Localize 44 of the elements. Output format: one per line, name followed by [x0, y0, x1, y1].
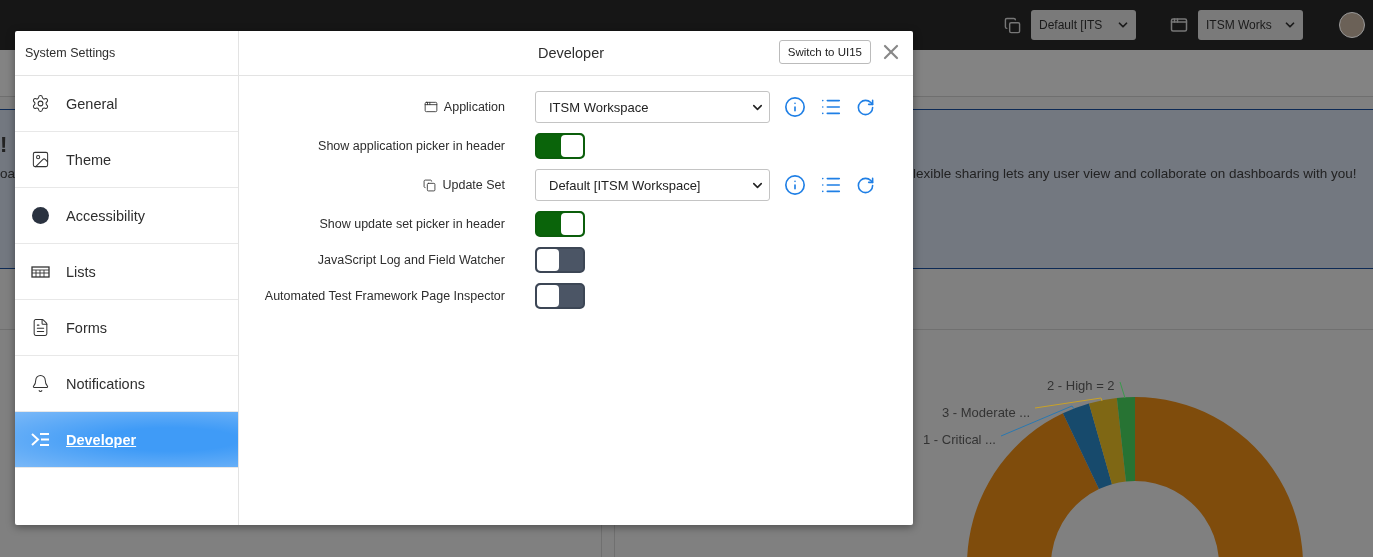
- banner-text: lexible sharing lets any user view and collaborate on dashboards with you!: [913, 166, 1357, 181]
- refresh-icon[interactable]: [856, 175, 875, 195]
- copy-icon: [423, 178, 437, 192]
- setting-label: Application: [443, 100, 505, 114]
- banner-text: oa: [0, 166, 17, 181]
- window-icon[interactable]: [1170, 16, 1188, 34]
- setting-label: JavaScript Log and Field Watcher: [317, 253, 505, 267]
- update-set-select[interactable]: Default [ITS: [1031, 10, 1136, 40]
- info-icon[interactable]: [784, 174, 806, 196]
- chart-label: 2 - High = 2: [1047, 378, 1115, 393]
- settings-icon: [31, 94, 50, 113]
- developer-icon: [31, 430, 50, 449]
- toggle-switch[interactable]: [535, 283, 585, 309]
- setting-label: Show application picker in header: [318, 139, 505, 153]
- setting-label: Update Set: [442, 178, 505, 192]
- picture-icon: [31, 150, 50, 169]
- sidebar-item[interactable]: General: [15, 76, 238, 132]
- chart-label: 3 - Moderate ...: [942, 405, 1031, 420]
- toggle-switch[interactable]: [535, 247, 585, 273]
- application-select[interactable]: ITSM Works: [1198, 10, 1303, 40]
- sidebar-item[interactable]: Theme: [15, 132, 238, 188]
- info-icon[interactable]: [784, 96, 806, 118]
- toggle-switch[interactable]: [535, 133, 585, 159]
- section-heading: Developer: [537, 45, 605, 61]
- document-icon: [31, 318, 50, 337]
- switch-button[interactable]: Switch to UI15: [778, 40, 871, 64]
- refresh-icon[interactable]: [856, 97, 875, 117]
- dialog-title: System Settings: [25, 46, 116, 60]
- copy-icon[interactable]: [1004, 16, 1021, 34]
- sidebar-item[interactable]: Forms: [15, 300, 238, 356]
- setting-label: Automated Test Framework Page Inspector: [264, 289, 505, 303]
- setting-select[interactable]: Default [ITSM Workspace]: [535, 169, 770, 201]
- sidebar-item[interactable]: Lists: [15, 244, 238, 300]
- toggle-switch[interactable]: [535, 211, 585, 237]
- sidebar-item[interactable]: Notifications: [15, 356, 238, 412]
- user-avatar[interactable]: [1339, 12, 1365, 38]
- window-icon: [423, 100, 438, 114]
- circle-icon: [31, 206, 50, 225]
- banner-heading: !: [0, 132, 9, 158]
- bell-icon: [31, 374, 50, 393]
- setting-select[interactable]: ITSM Workspace: [535, 91, 770, 123]
- setting-label: Show update set picker in header: [319, 217, 505, 231]
- sidebar-item[interactable]: Accessibility: [15, 188, 238, 244]
- chart-label: 1 - Critical ...: [923, 432, 996, 447]
